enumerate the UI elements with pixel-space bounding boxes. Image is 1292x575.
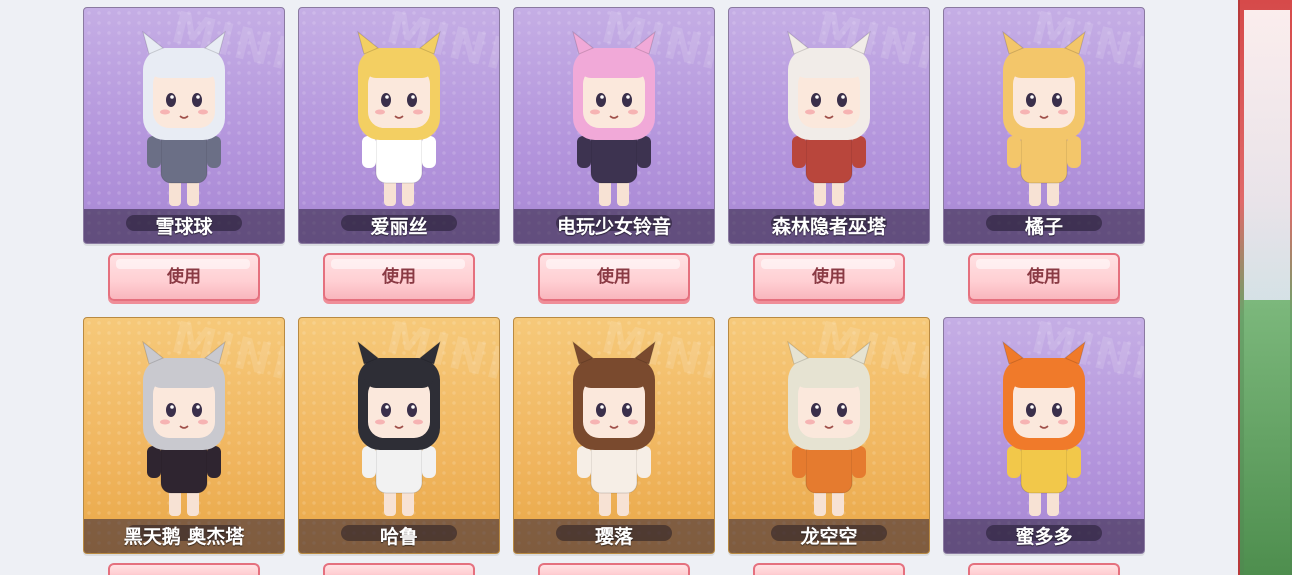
skin-card[interactable]: MINI 哈鲁 <box>298 317 500 554</box>
skin-name: 爱丽丝 <box>370 216 428 238</box>
skin-name: 哈鲁 <box>379 526 418 548</box>
skin-card[interactable]: MINI 雪球球 <box>83 7 285 244</box>
skin-avatar <box>142 30 226 206</box>
skin-card[interactable]: MINI 龙空空 <box>728 317 930 554</box>
scene-preview-strip <box>1238 0 1292 575</box>
skin-name: 璎落 <box>594 526 633 548</box>
skin-selection-screen: MINI 雪球球 MINI 爱丽丝 MINI 电玩少女铃音 MINI 森林隐者巫… <box>0 0 1292 575</box>
skin-avatar <box>572 30 656 206</box>
skin-avatar <box>787 340 871 516</box>
use-button[interactable] <box>323 563 475 575</box>
use-button[interactable]: 使用 <box>538 253 690 301</box>
skin-card[interactable]: MINI 森林隐者巫塔 <box>728 7 930 244</box>
skin-name: 电玩少女铃音 <box>556 216 671 238</box>
skin-card[interactable]: MINI 蜜多多 <box>943 317 1145 554</box>
use-button[interactable] <box>538 563 690 575</box>
skin-name: 黑天鹅 奥杰塔 <box>123 526 245 548</box>
use-button-label: 使用 <box>382 267 416 287</box>
skin-name: 森林隐者巫塔 <box>771 216 886 238</box>
skin-card[interactable]: MINI 橘子 <box>943 7 1145 244</box>
skin-name: 橘子 <box>1024 216 1063 238</box>
skin-avatar <box>357 340 441 516</box>
skin-card[interactable]: MINI 璎落 <box>513 317 715 554</box>
skin-card[interactable]: MINI 电玩少女铃音 <box>513 7 715 244</box>
use-button-label: 使用 <box>1027 267 1061 287</box>
skin-avatar <box>787 30 871 206</box>
scene-grass <box>1244 300 1290 575</box>
use-button-label: 使用 <box>167 267 201 287</box>
use-button[interactable]: 使用 <box>108 253 260 301</box>
skin-avatar <box>1002 30 1086 206</box>
use-button[interactable]: 使用 <box>968 253 1120 301</box>
use-button[interactable]: 使用 <box>753 253 905 301</box>
skin-card[interactable]: MINI 爱丽丝 <box>298 7 500 244</box>
skin-card[interactable]: MINI 黑天鹅 奥杰塔 <box>83 317 285 554</box>
use-button-label: 使用 <box>597 267 631 287</box>
use-button[interactable] <box>108 563 260 575</box>
scene-sky <box>1244 10 1290 300</box>
skin-avatar <box>572 340 656 516</box>
use-button[interactable] <box>968 563 1120 575</box>
skin-name: 雪球球 <box>155 216 213 238</box>
skin-avatar <box>357 30 441 206</box>
skin-avatar <box>1002 340 1086 516</box>
use-button[interactable]: 使用 <box>323 253 475 301</box>
use-button-label: 使用 <box>812 267 846 287</box>
skin-name: 蜜多多 <box>1015 526 1073 548</box>
skin-name: 龙空空 <box>800 526 858 548</box>
use-button[interactable] <box>753 563 905 575</box>
skin-avatar <box>142 340 226 516</box>
